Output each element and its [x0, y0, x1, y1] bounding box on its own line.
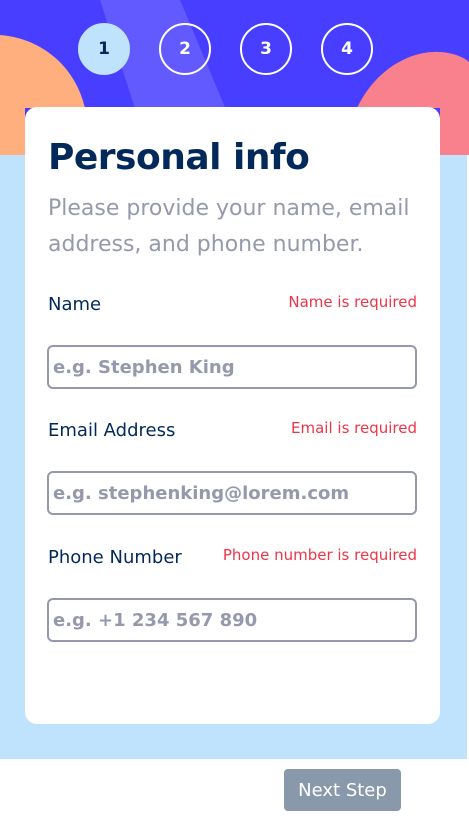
- phone-input[interactable]: [47, 598, 417, 642]
- name-error: Name is required: [288, 293, 417, 311]
- form-card: Personal info Please provide your name, …: [25, 107, 440, 724]
- email-label: Email Address: [48, 420, 176, 441]
- phone-label: Phone Number: [48, 547, 182, 568]
- footer-bar: Next Step: [0, 759, 467, 820]
- email-error: Email is required: [291, 419, 417, 437]
- step-indicator: 1 2 3 4: [78, 23, 373, 75]
- name-input[interactable]: [47, 345, 417, 389]
- step-3-circle[interactable]: 3: [240, 23, 292, 75]
- step-2-circle[interactable]: 2: [159, 23, 211, 75]
- page-title: Personal info: [48, 137, 310, 178]
- next-step-button[interactable]: Next Step: [284, 769, 401, 811]
- name-label: Name: [48, 294, 102, 315]
- step-1-circle[interactable]: 1: [78, 23, 130, 75]
- phone-error: Phone number is required: [222, 546, 417, 564]
- step-4-circle[interactable]: 4: [321, 23, 373, 75]
- page-subtitle: Please provide your name, email address,…: [48, 196, 410, 257]
- email-input[interactable]: [47, 471, 417, 515]
